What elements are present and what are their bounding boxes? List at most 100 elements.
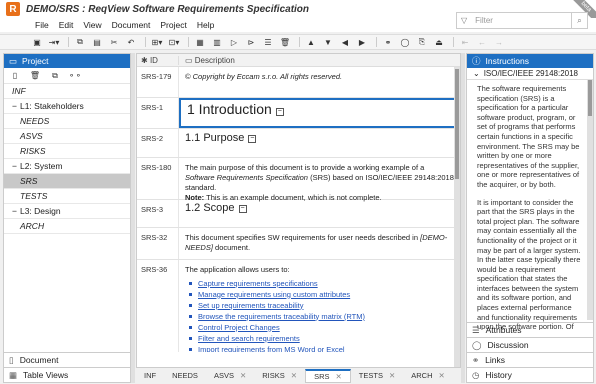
menu-help[interactable]: Help [197, 20, 214, 30]
tree-item-label: TESTS [20, 191, 48, 201]
outdent-icon[interactable]: ◀ [338, 36, 352, 48]
menu-project[interactable]: Project [160, 20, 186, 30]
table-row-selected[interactable]: SRS-1 1 Introduction − [137, 98, 460, 129]
link-import[interactable]: Import requirements from MS Word or Exce… [185, 344, 454, 353]
collapse-heading-icon[interactable]: − [238, 205, 247, 214]
traceability-icon[interactable]: ⚬⚬ [68, 70, 82, 82]
collapse-icon[interactable]: − [12, 161, 17, 171]
history-icon[interactable]: ⏏ [432, 36, 446, 48]
tree-item-asvs[interactable]: ASVS [4, 129, 130, 144]
tree-item-label: RISKS [20, 146, 46, 156]
menu-file[interactable]: File [35, 20, 49, 30]
save-icon[interactable]: ▣ [30, 36, 44, 48]
standard-section[interactable]: ⌄ ISO/IEC/IEEE 29148:2018 [467, 68, 593, 80]
table-icon[interactable]: ▥ [210, 36, 224, 48]
heading-2: 1.1 Purpose [185, 132, 245, 144]
table-row[interactable]: SRS-180 The main purpose of this documen… [137, 158, 460, 202]
attach-icon[interactable]: ⎘ [415, 36, 429, 48]
image-icon[interactable]: ▦ [193, 36, 207, 48]
back-icon[interactable]: ⇤ [458, 36, 472, 48]
tab-asvs[interactable]: ASVS ✕ [206, 369, 254, 383]
left-splitter[interactable] [131, 53, 135, 383]
new-doc-icon[interactable]: ▯ [8, 70, 22, 82]
row-id: SRS-36 [137, 260, 179, 352]
attributes-button[interactable]: ☰ Attributes [467, 322, 593, 337]
collapse-heading-icon[interactable]: − [275, 108, 284, 117]
copy-doc-icon[interactable]: ⧉ [48, 70, 62, 82]
paste-icon[interactable]: ▤ [90, 36, 104, 48]
play-icon[interactable]: ⊳ [244, 36, 258, 48]
list-icon[interactable]: ☰ [261, 36, 275, 48]
search-icon[interactable]: ⌕ [571, 13, 587, 28]
tab-tests[interactable]: TESTS ✕ [351, 369, 403, 383]
tree-folder-l1[interactable]: − L1: Stakeholders [4, 99, 130, 114]
close-icon[interactable]: ✕ [335, 372, 341, 381]
table-row[interactable]: SRS-179 © Copyright by Eccam s.r.o. All … [137, 67, 460, 98]
collapse-heading-icon[interactable]: − [248, 135, 257, 144]
tab-inf[interactable]: INF [136, 369, 164, 383]
tree-folder-l2[interactable]: − L2: System [4, 159, 130, 174]
description-column-header[interactable]: ▭ Description [179, 56, 235, 65]
tab-arch[interactable]: ARCH ✕ [403, 369, 453, 383]
formula-icon[interactable]: ▷ [227, 36, 241, 48]
tab-needs[interactable]: NEEDS [164, 369, 206, 383]
link-capture[interactable]: Capture requirements specifications [185, 278, 454, 289]
cut-icon[interactable]: ✂ [107, 36, 121, 48]
close-icon[interactable]: ✕ [240, 371, 246, 380]
table-row[interactable]: SRS-2 1.1 Purpose − [137, 129, 460, 158]
tree-item-needs[interactable]: NEEDS [4, 114, 130, 129]
link-rtm[interactable]: Browse the requirements traceability mat… [185, 311, 454, 322]
move-down-icon[interactable]: ▼ [321, 36, 335, 48]
history-button[interactable]: ◷ History [467, 367, 593, 382]
table-row[interactable]: SRS-32 This document specifies SW requir… [137, 228, 460, 260]
tree-folder-l3[interactable]: − L3: Design [4, 204, 130, 219]
filter-input[interactable]: ▽ Filter ⌕ [456, 12, 588, 29]
id-column-header[interactable]: ✱ ID [137, 55, 179, 65]
document-panel-button[interactable]: ▯ Document [4, 352, 130, 367]
tree-item-srs[interactable]: SRS [4, 174, 130, 189]
export-icon[interactable]: ⇥▾ [47, 36, 61, 48]
link-changes[interactable]: Control Project Changes [185, 322, 454, 333]
table-row[interactable]: SRS-3 1.2 Scope − [137, 200, 460, 228]
discussion-button[interactable]: ◯ Discussion [467, 337, 593, 352]
link-icon[interactable]: ⚭ [381, 36, 395, 48]
close-icon[interactable]: ✕ [291, 371, 297, 380]
collapse-icon[interactable]: − [12, 206, 17, 216]
insert-child-icon[interactable]: ⊡▾ [167, 36, 181, 48]
table-views-button[interactable]: ▦ Table Views [4, 367, 130, 382]
row-id: SRS-3 [137, 200, 179, 227]
table-icon: ▦ [9, 369, 18, 380]
link-manage[interactable]: Manage requirements using custom attribu… [185, 289, 454, 300]
close-icon[interactable]: ✕ [389, 371, 395, 380]
document-scrollbar[interactable] [454, 67, 460, 367]
tree-item-inf[interactable]: INF [4, 84, 130, 99]
comment-icon[interactable]: ◯ [398, 36, 412, 48]
close-icon[interactable]: ✕ [439, 371, 445, 380]
menu-edit[interactable]: Edit [59, 20, 74, 30]
link-filter[interactable]: Filter and search requirements [185, 333, 454, 344]
delete-doc-icon[interactable]: 🗑 [28, 70, 42, 82]
copy-icon[interactable]: ⧉ [73, 36, 87, 48]
standard-label: ISO/IEC/IEEE 29148:2018 [483, 69, 578, 78]
next-icon[interactable]: → [492, 36, 506, 48]
right-splitter[interactable] [461, 53, 465, 383]
tab-srs[interactable]: SRS ✕ [305, 368, 351, 383]
prev-icon[interactable]: ← [475, 36, 489, 48]
tab-risks[interactable]: RISKS ✕ [254, 369, 305, 383]
delete-icon[interactable]: 🗑 [278, 36, 292, 48]
tree-item-risks[interactable]: RISKS [4, 144, 130, 159]
menu-view[interactable]: View [83, 20, 101, 30]
insert-icon[interactable]: ⊞▾ [150, 36, 164, 48]
move-up-icon[interactable]: ▲ [304, 36, 318, 48]
tree-item-arch[interactable]: ARCH [4, 219, 130, 234]
link-traceability[interactable]: Set up requirements traceability [185, 300, 454, 311]
undo-icon[interactable]: ↶ [124, 36, 138, 48]
instructions-scrollbar[interactable] [587, 80, 593, 320]
collapse-icon[interactable]: − [12, 101, 17, 111]
toolbar: ▣ ⇥▾ ⧉ ▤ ✂ ↶ ⊞▾ ⊡▾ ▦ ▥ ▷ ⊳ ☰ 🗑 ▲ ▼ ◀ ▶ ⚭… [0, 34, 596, 50]
indent-icon[interactable]: ▶ [355, 36, 369, 48]
table-row[interactable]: SRS-36 The application allows users to: … [137, 260, 460, 352]
menu-document[interactable]: Document [112, 20, 151, 30]
links-button[interactable]: ⚭ Links [467, 352, 593, 367]
tree-item-tests[interactable]: TESTS [4, 189, 130, 204]
